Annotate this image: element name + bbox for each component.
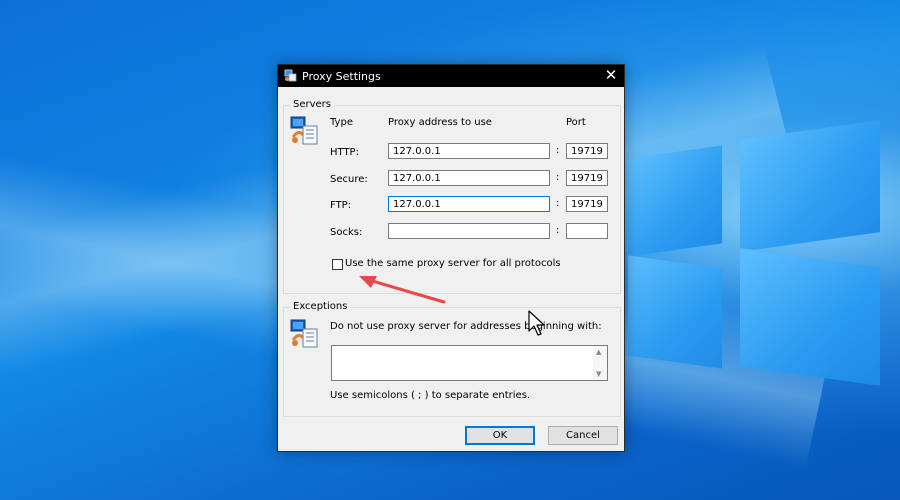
socks-address-input[interactable] xyxy=(388,223,550,239)
windows-logo-pane xyxy=(628,255,722,369)
exceptions-instruction: Do not use proxy server for addresses be… xyxy=(330,321,602,332)
secure-address-input[interactable]: 127.0.0.1 xyxy=(388,170,550,186)
dialog-title: Proxy Settings xyxy=(302,70,381,83)
http-label: HTTP: xyxy=(330,147,359,158)
http-port-input[interactable]: 19719 xyxy=(566,143,608,159)
annotation-arrow-icon xyxy=(359,276,446,304)
ftp-address-input[interactable]: 127.0.0.1 xyxy=(388,196,550,212)
windows-logo-pane xyxy=(740,120,880,252)
exceptions-scrollbar[interactable]: ▲ ▼ xyxy=(593,346,607,380)
exceptions-hint: Use semicolons ( ; ) to separate entries… xyxy=(330,390,531,401)
mouse-cursor-icon xyxy=(528,310,545,336)
socks-port-input[interactable] xyxy=(566,223,608,239)
port-separator: : xyxy=(556,145,560,156)
proxy-settings-dialog: Proxy Settings ✕ Servers Type Proxy addr… xyxy=(277,64,625,452)
http-address-input[interactable]: 127.0.0.1 xyxy=(388,143,550,159)
servers-group-label: Servers xyxy=(290,99,335,110)
ftp-label: FTP: xyxy=(330,200,352,211)
socks-label: Socks: xyxy=(330,227,363,238)
ok-button[interactable]: OK xyxy=(465,426,535,445)
network-exceptions-icon xyxy=(290,319,318,348)
address-column-header: Proxy address to use xyxy=(388,117,492,128)
port-column-header: Port xyxy=(566,117,586,128)
ftp-port-input[interactable]: 19719 xyxy=(566,196,608,212)
same-proxy-checkbox[interactable] xyxy=(332,259,343,270)
port-separator: : xyxy=(556,172,560,183)
type-column-header: Type xyxy=(330,117,353,128)
scroll-down-icon[interactable]: ▼ xyxy=(596,370,601,378)
cancel-button[interactable]: Cancel xyxy=(548,426,618,445)
windows-logo-pane xyxy=(740,248,880,386)
secure-label: Secure: xyxy=(330,174,368,185)
network-servers-icon xyxy=(290,116,318,145)
windows-logo-pane xyxy=(628,145,722,257)
scroll-up-icon[interactable]: ▲ xyxy=(596,348,601,356)
port-separator: : xyxy=(556,225,560,236)
port-separator: : xyxy=(556,198,560,209)
close-button[interactable]: ✕ xyxy=(598,65,624,87)
exceptions-group-label: Exceptions xyxy=(290,301,351,312)
secure-port-input[interactable]: 19719 xyxy=(566,170,608,186)
exceptions-textarea[interactable]: ▲ ▼ xyxy=(331,345,608,381)
title-bar[interactable]: Proxy Settings ✕ xyxy=(278,65,624,87)
same-proxy-label[interactable]: Use the same proxy server for all protoc… xyxy=(345,258,561,269)
network-settings-icon xyxy=(284,69,297,82)
